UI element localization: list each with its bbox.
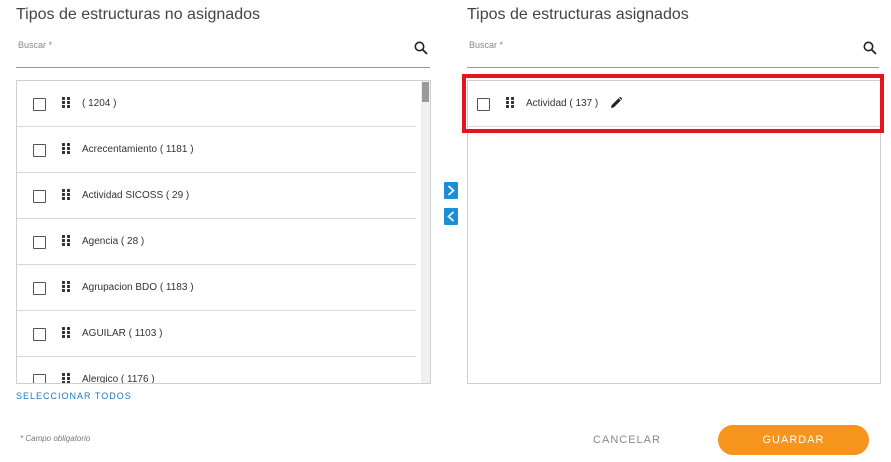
right-search[interactable]: Buscar * xyxy=(467,40,879,68)
list-item[interactable]: ( 1204 ) xyxy=(17,81,416,127)
list-item[interactable]: Alergico ( 1176 ) xyxy=(17,357,416,384)
item-checkbox[interactable] xyxy=(33,236,46,249)
right-search-placeholder: Buscar * xyxy=(469,40,504,50)
list-item[interactable]: Agencia ( 28 ) xyxy=(17,219,416,265)
item-label: Alergico ( 1176 ) xyxy=(82,374,155,384)
select-all-link[interactable]: SELECCIONAR TODOS xyxy=(16,391,132,401)
search-icon[interactable] xyxy=(863,41,877,55)
item-checkbox[interactable] xyxy=(33,328,46,341)
drag-handle-icon[interactable] xyxy=(62,281,70,292)
item-label: Actividad SICOSS ( 29 ) xyxy=(82,190,190,201)
scrollbar-thumb[interactable] xyxy=(422,82,429,102)
item-label: Acrecentamiento ( 1181 ) xyxy=(82,144,194,155)
item-label: Agencia ( 28 ) xyxy=(82,236,145,247)
drag-handle-icon[interactable] xyxy=(62,373,70,383)
save-button[interactable]: GUARDAR xyxy=(718,425,869,455)
item-label: AGUILAR ( 1103 ) xyxy=(82,328,163,339)
left-search[interactable]: Buscar * xyxy=(16,40,430,68)
highlight-box xyxy=(462,74,884,133)
left-search-placeholder: Buscar * xyxy=(18,40,53,50)
drag-handle-icon[interactable] xyxy=(62,97,70,108)
item-label: ( 1204 ) xyxy=(82,98,117,109)
item-checkbox[interactable] xyxy=(33,144,46,157)
list-item[interactable]: Actividad SICOSS ( 29 ) xyxy=(17,173,416,219)
required-field-note: * Campo obligatorio xyxy=(20,434,91,443)
item-checkbox[interactable] xyxy=(33,374,46,383)
drag-handle-icon[interactable] xyxy=(62,189,70,200)
chevron-right-icon xyxy=(447,185,455,196)
move-right-button[interactable] xyxy=(444,182,458,199)
list-scrollbar[interactable] xyxy=(421,81,430,383)
list-item[interactable]: AGUILAR ( 1103 ) xyxy=(17,311,416,357)
drag-handle-icon[interactable] xyxy=(62,143,70,154)
move-left-button[interactable] xyxy=(444,208,458,225)
item-checkbox[interactable] xyxy=(33,98,46,111)
drag-handle-icon[interactable] xyxy=(62,235,70,246)
item-label: Agrupacion BDO ( 1183 ) xyxy=(82,282,194,293)
item-checkbox[interactable] xyxy=(33,190,46,203)
drag-handle-icon[interactable] xyxy=(62,327,70,338)
left-panel-title: Tipos de estructuras no asignados xyxy=(16,6,260,23)
cancel-button[interactable]: CANCELAR xyxy=(581,425,673,455)
unassigned-list[interactable]: ( 1204 ) Acrecentamiento ( 1181 ) Activi… xyxy=(16,80,431,384)
right-panel-title: Tipos de estructuras asignados xyxy=(467,6,689,23)
list-item[interactable]: Acrecentamiento ( 1181 ) xyxy=(17,127,416,173)
chevron-left-icon xyxy=(447,211,455,222)
item-checkbox[interactable] xyxy=(33,282,46,295)
list-item[interactable]: Agrupacion BDO ( 1183 ) xyxy=(17,265,416,311)
search-icon[interactable] xyxy=(414,41,428,55)
